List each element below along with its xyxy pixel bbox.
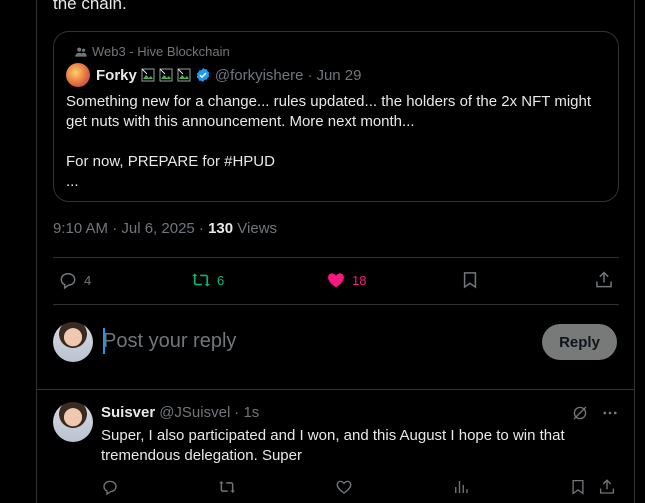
post-meta: 9:10 AM · Jul 6, 2025 · 130 Views <box>53 220 277 237</box>
reply-post-time[interactable]: · 1s <box>234 404 259 421</box>
views-count: 130 <box>208 220 234 237</box>
post-text-tail: the chain. <box>53 0 127 13</box>
post-timestamp[interactable]: 9:10 AM · Jul 6, 2025 · <box>53 220 208 237</box>
repost-count: 6 <box>217 272 225 288</box>
more-options-icon[interactable] <box>601 404 619 422</box>
repost-icon <box>192 273 210 287</box>
like-action[interactable]: 18 <box>326 270 366 290</box>
quoted-author-name[interactable]: Forky <box>96 67 137 84</box>
quoted-author-handle[interactable]: @forkyishere <box>215 67 304 84</box>
user-avatar[interactable] <box>53 322 93 362</box>
broken-image-icon <box>159 68 173 82</box>
section-divider <box>37 389 634 390</box>
quoted-author-avatar[interactable] <box>66 63 90 87</box>
reply-action[interactable]: 4 <box>58 270 91 290</box>
reply-post-tools <box>571 404 619 422</box>
quoted-post-date[interactable]: Jun 29 <box>316 67 361 84</box>
broken-image-icon <box>141 68 155 82</box>
quoted-post-header: Forky @forkyishere · Jun 29 <box>66 63 362 87</box>
community-name: Web3 - Hive Blockchain <box>92 44 230 59</box>
heart-filled-icon <box>328 273 344 288</box>
bookmark-icon[interactable] <box>569 478 587 496</box>
community-context[interactable]: Web3 - Hive Blockchain <box>74 44 230 59</box>
reply-icon <box>60 273 76 290</box>
verified-badge-icon <box>196 68 210 82</box>
reply-icon[interactable] <box>101 478 119 496</box>
commenter-name[interactable]: Suisver <box>101 404 155 421</box>
views-icon[interactable] <box>452 478 470 496</box>
like-count: 18 <box>352 272 367 288</box>
views-label: Views <box>233 220 278 237</box>
share-icon[interactable] <box>598 478 616 496</box>
reply-composer: Post your reply Reply <box>53 322 619 368</box>
reply-button[interactable]: Reply <box>542 324 617 360</box>
repost-action[interactable]: 6 <box>191 270 224 290</box>
bookmark-icon <box>463 272 477 289</box>
reply-post-header: Suisver @JSuisvel · 1s <box>101 404 259 421</box>
bookmark-action[interactable] <box>460 270 480 290</box>
post-actions: 4 6 18 <box>53 258 619 304</box>
share-icon <box>596 271 612 288</box>
commenter-handle[interactable]: @JSuisvel <box>159 404 230 421</box>
commenter-avatar[interactable] <box>53 402 93 442</box>
quoted-post-body: Something new for a change... rules upda… <box>66 93 592 190</box>
community-icon <box>75 47 87 57</box>
separator-dot: · <box>307 66 313 84</box>
share-action[interactable] <box>594 270 614 290</box>
grok-icon[interactable] <box>571 404 589 422</box>
broken-image-icon <box>177 68 191 82</box>
like-icon[interactable] <box>335 478 353 496</box>
reply-count: 4 <box>84 272 92 288</box>
quoted-post[interactable]: Web3 - Hive Blockchain Forky @forkyisher… <box>53 31 619 202</box>
reply-input[interactable]: Post your reply <box>103 330 236 353</box>
repost-icon[interactable] <box>218 478 236 496</box>
divider <box>53 304 619 305</box>
reply-post-actions <box>101 478 619 498</box>
reply-post-body: Super, I also participated and I won, an… <box>101 427 565 464</box>
